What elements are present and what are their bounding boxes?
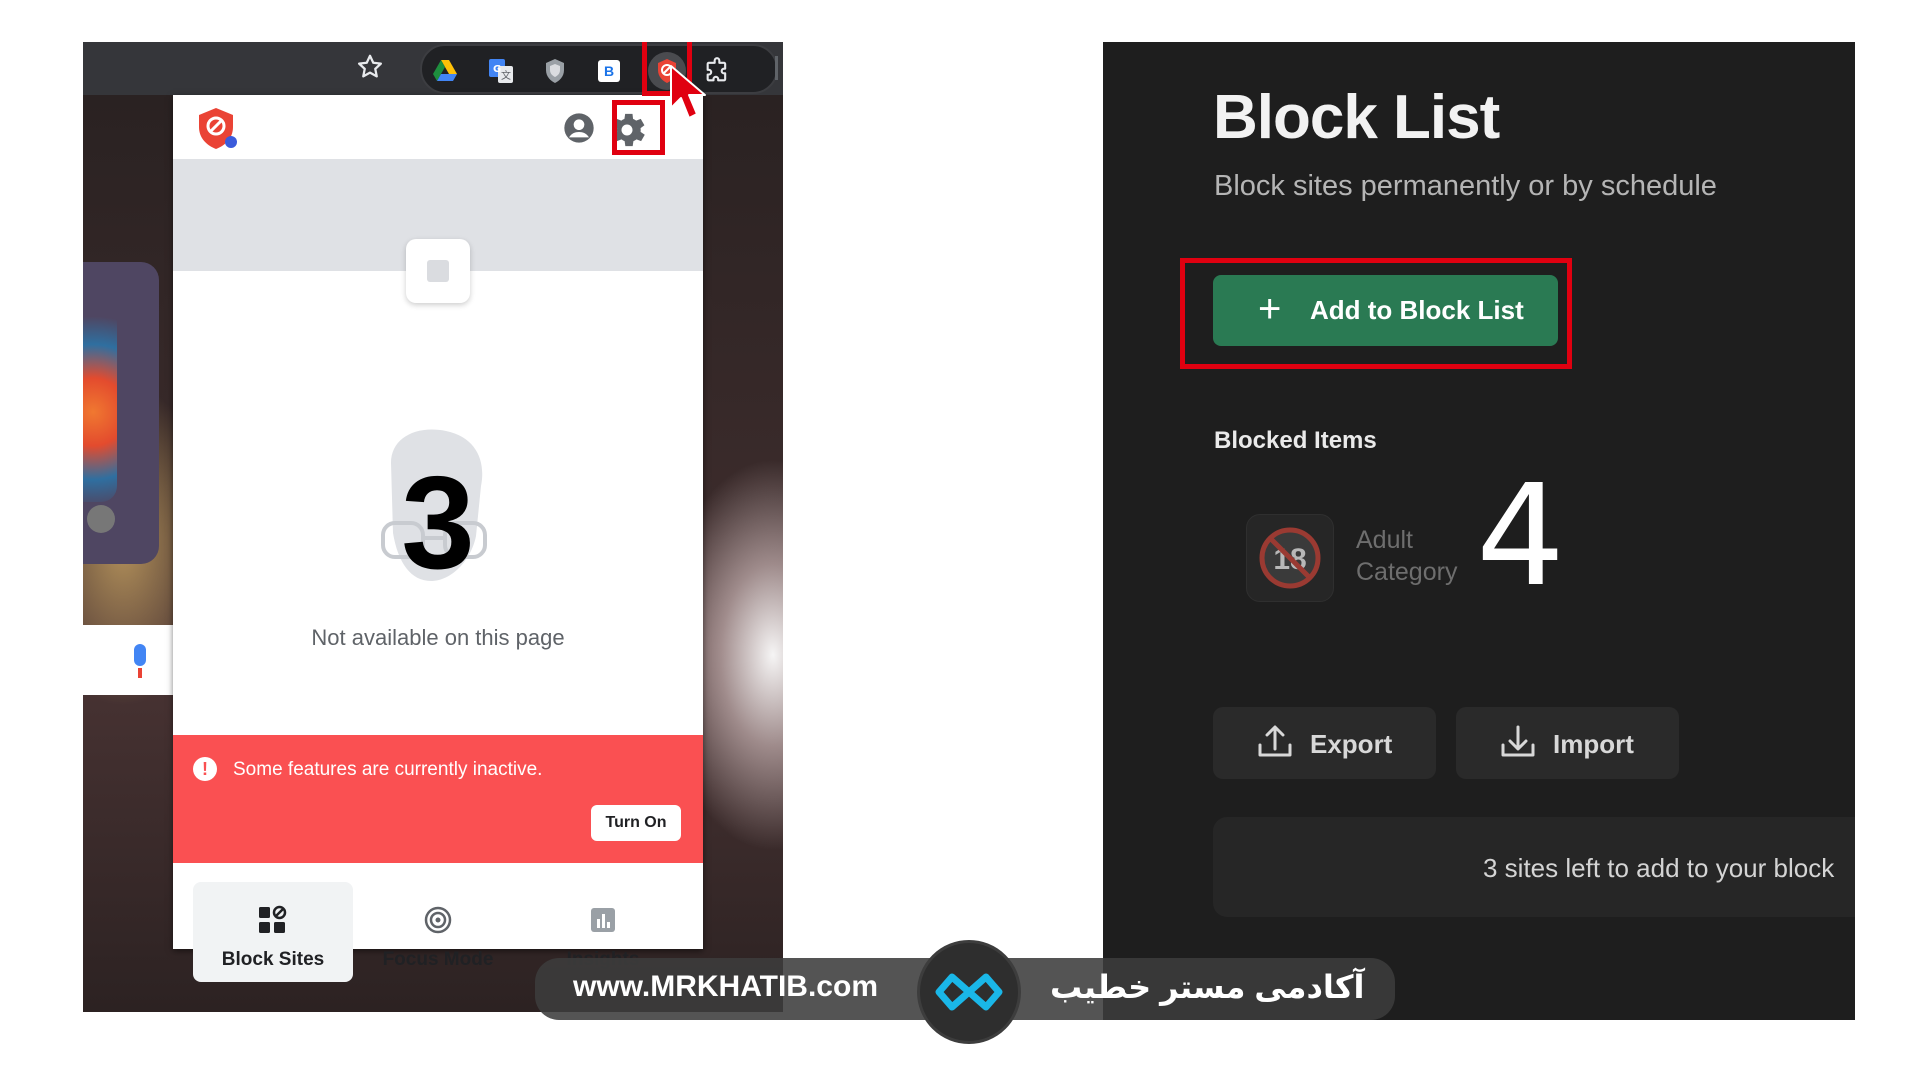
- blocked-item-line2: Category: [1356, 558, 1458, 586]
- tab-focus-mode[interactable]: Focus Mode: [358, 882, 518, 982]
- svg-text:文: 文: [501, 69, 511, 82]
- academy-logo-icon: [917, 940, 1021, 1044]
- sites-left-card: 3 sites left to add to your block: [1213, 817, 1855, 917]
- svg-text:G: G: [493, 64, 501, 75]
- toolbar-divider: [775, 56, 778, 80]
- highlight-settings-box: [612, 100, 665, 155]
- watermark-name: آکادمی مستر خطیب: [1050, 969, 1365, 1005]
- microphone-icon[interactable]: [134, 644, 146, 666]
- cursor-arrow-icon: [667, 64, 715, 128]
- stop-icon: [427, 260, 449, 282]
- blocksite-popup-screenshot: G文 B 3 Not available on this page ! Some…: [83, 42, 783, 1012]
- no-18-icon: 18: [1259, 527, 1321, 589]
- step-number-3: 3: [401, 449, 475, 596]
- extension-toolbar: G文 B: [420, 44, 778, 94]
- google-drive-icon[interactable]: [430, 56, 460, 86]
- alert-icon: !: [193, 757, 217, 781]
- banner-message: Some features are currently inactive.: [233, 759, 543, 780]
- focus-target-icon: [422, 904, 454, 936]
- not-available-message: Not available on this page: [311, 625, 565, 650]
- tab-label: Block Sites: [221, 949, 325, 970]
- tab-label: Focus Mode: [382, 949, 494, 970]
- shield-extension-icon[interactable]: [540, 56, 570, 86]
- turn-on-button[interactable]: Turn On: [591, 805, 681, 841]
- upload-icon: [1258, 725, 1292, 757]
- export-button[interactable]: Export: [1213, 707, 1436, 779]
- b-extension-icon[interactable]: B: [594, 56, 624, 86]
- step-number-4: 4: [1476, 455, 1566, 618]
- page-title: Block List: [1213, 83, 1500, 152]
- blocked-item-label: Adult Category: [1356, 524, 1457, 588]
- bar-chart-icon: [587, 904, 619, 936]
- import-button[interactable]: Import: [1456, 707, 1679, 779]
- google-translate-icon[interactable]: G文: [486, 56, 516, 86]
- sites-left-message: 3 sites left to add to your block: [1483, 853, 1835, 883]
- blocked-items-heading: Blocked Items: [1214, 427, 1377, 454]
- account-icon[interactable]: [563, 112, 595, 144]
- side-thumbnail-card: [83, 262, 159, 564]
- blocksite-popup: 3 Not available on this page ! Some feat…: [173, 95, 703, 982]
- download-icon: [1501, 725, 1535, 757]
- blocked-item-line1: Adult: [1356, 526, 1413, 554]
- tab-block-sites[interactable]: Block Sites: [193, 882, 353, 982]
- share-icon[interactable]: [87, 505, 115, 533]
- star-icon[interactable]: [355, 52, 385, 82]
- page-subtitle: Block sites permanently or by schedule: [1214, 170, 1717, 202]
- site-favicon-tile: [406, 239, 470, 303]
- highlight-add-button-box: [1180, 258, 1572, 369]
- block-sites-icon: [257, 904, 289, 936]
- import-label: Import: [1553, 729, 1634, 759]
- block-list-screenshot: Block List Block sites permanently or by…: [1103, 42, 1855, 1020]
- inactive-features-banner: ! Some features are currently inactive. …: [173, 735, 703, 863]
- blocksite-logo-icon: [195, 105, 241, 151]
- export-label: Export: [1310, 729, 1393, 759]
- blocked-item-tile[interactable]: 18: [1246, 514, 1334, 602]
- watermark-url: www.MRKHATIB.com: [573, 970, 878, 1003]
